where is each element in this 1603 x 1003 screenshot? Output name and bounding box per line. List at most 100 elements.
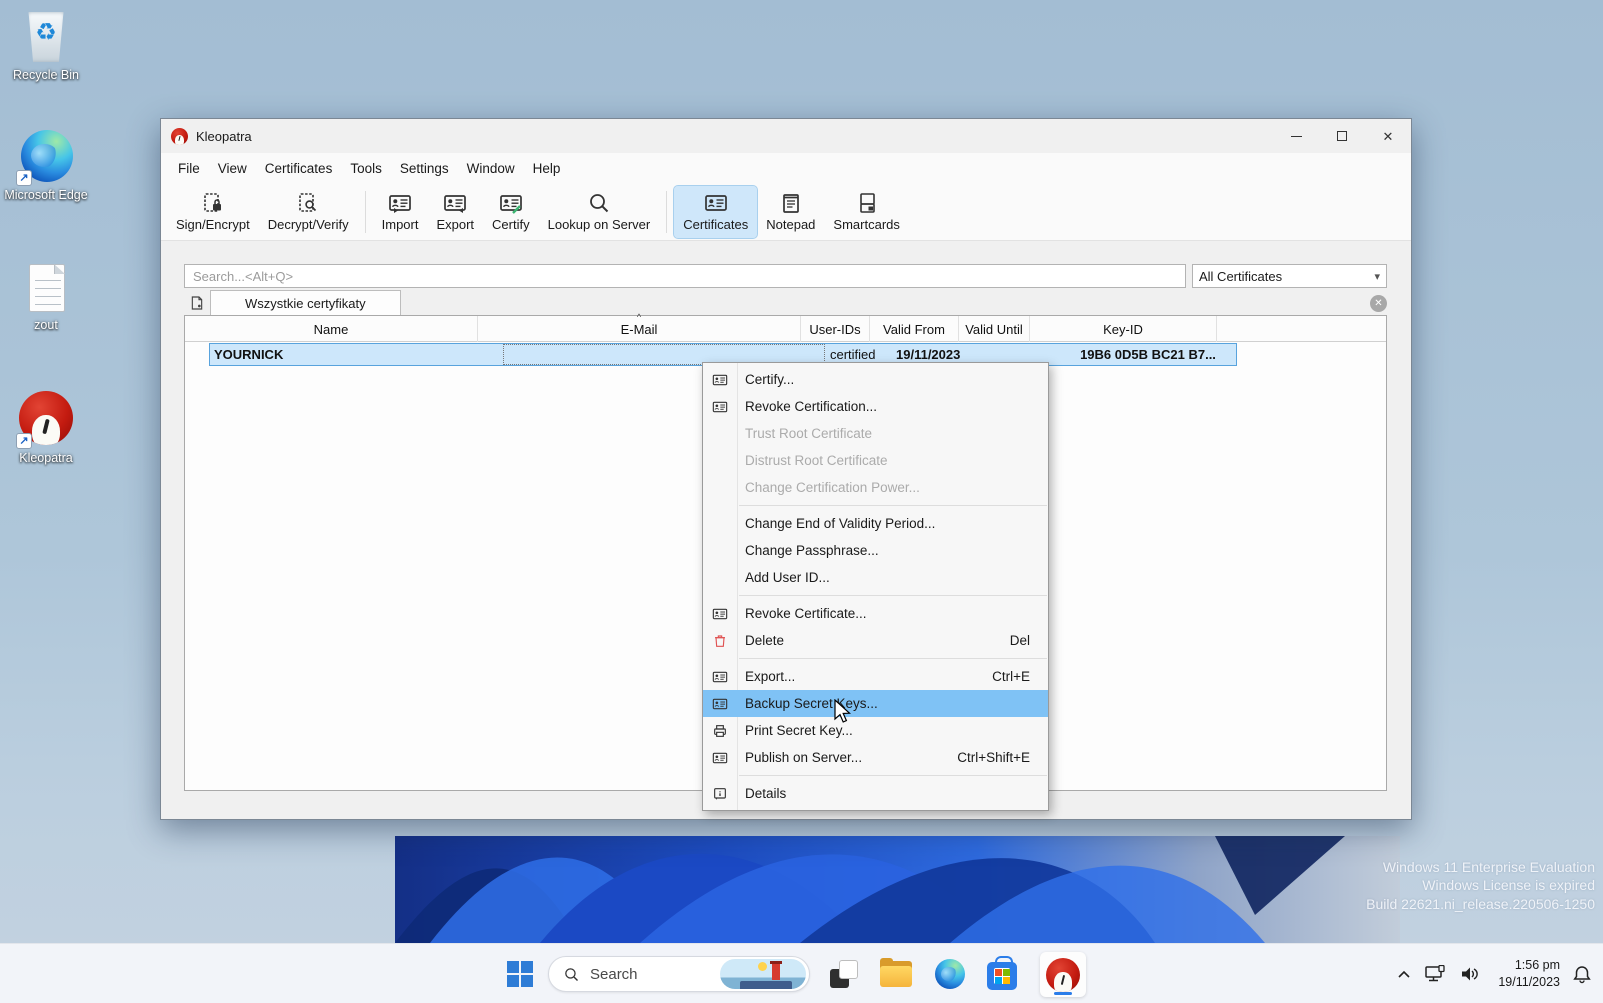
column-header-email[interactable]: ^ E-Mail [478,316,801,342]
column-header-valid-until[interactable]: Valid Until [959,316,1030,342]
desktop-icon-zout[interactable]: zout [3,262,89,334]
clock-time: 1:56 pm [1498,957,1560,974]
context-menu-distrust-root-certificate: Distrust Root Certificate [703,447,1048,474]
taskbar-search-box[interactable]: Search [548,956,810,992]
system-tray: 1:56 pm 19/11/2023 [1390,944,1603,1003]
certify-icon [709,372,731,388]
notification-bell-icon[interactable] [1566,965,1603,984]
context-menu-change-end-of-validity[interactable]: Change End of Validity Period... [703,510,1048,537]
active-app-indicator [1054,992,1072,995]
context-menu-delete[interactable]: Delete Del [703,627,1048,654]
context-menu-change-passphrase[interactable]: Change Passphrase... [703,537,1048,564]
maximize-button[interactable] [1319,119,1365,153]
cell-name[interactable]: YOURNICK [214,347,504,362]
context-menu-certify[interactable]: Certify... [703,366,1048,393]
context-menu-add-user-id[interactable]: Add User ID... [703,564,1048,591]
menu-tools[interactable]: Tools [341,157,391,180]
kleopatra-icon [1046,958,1080,992]
menu-window[interactable]: Window [458,157,524,180]
context-menu-revoke-certification[interactable]: Revoke Certification... [703,393,1048,420]
new-tab-icon [189,295,205,311]
context-menu-trust-root-certificate: Trust Root Certificate [703,420,1048,447]
tab-all-certificates[interactable]: Wszystkie certyfikaty [210,290,401,315]
toolbar-certify-button[interactable]: Certify [483,186,539,238]
details-info-icon [709,786,731,802]
revoke-certificate-icon [709,606,731,622]
context-menu-export[interactable]: Export... Ctrl+E [703,663,1048,690]
toolbar-separator [666,191,667,233]
menu-file[interactable]: File [169,157,209,180]
context-menu-backup-secret-keys[interactable]: Backup Secret Keys... [703,690,1048,717]
search-input[interactable] [184,264,1186,288]
app-icon [171,128,188,145]
tab-bar: Wszystkie certyfikaty ✕ [184,289,1387,315]
toolbar: Sign/Encrypt Decrypt/Verify Import Expor… [161,183,1411,241]
column-header-user-ids[interactable]: User-IDs [801,316,870,342]
smartcards-icon [855,191,879,215]
toolbar-sign-encrypt-button[interactable]: Sign/Encrypt [167,186,259,238]
certify-icon [499,191,523,215]
toolbar-notepad-button[interactable]: Notepad [757,186,824,238]
certificate-filter-dropdown[interactable]: All Certificates ▾ [1192,264,1387,288]
decrypt-verify-icon [296,191,320,215]
toolbar-smartcards-button[interactable]: Smartcards [824,186,908,238]
close-button[interactable]: ✕ [1365,119,1411,153]
shortcut-label: Del [1010,633,1030,648]
chevron-down-icon: ▾ [1374,270,1380,283]
taskbar-clock[interactable]: 1:56 pm 19/11/2023 [1498,957,1560,991]
cell-valid-from[interactable]: 19/11/2023 [896,347,982,362]
shortcut-label: Ctrl+E [992,669,1030,684]
search-highlight-image[interactable] [720,959,806,989]
kleopatra-icon: ↗ [18,391,74,447]
watermark-line: Windows License is expired [1366,876,1595,894]
mouse-cursor [833,699,855,727]
menu-settings[interactable]: Settings [391,157,458,180]
column-header-key-id[interactable]: Key-ID [1030,316,1217,342]
toolbar-separator [365,191,366,233]
kleopatra-taskbar-button[interactable] [1040,952,1086,997]
desktop-icon-label: Microsoft Edge [3,188,89,204]
toolbar-lookup-on-server-button[interactable]: Lookup on Server [539,186,660,238]
minimize-button[interactable] [1273,119,1319,153]
new-tab-button[interactable] [184,291,210,315]
menu-view[interactable]: View [209,157,256,180]
network-icon[interactable] [1418,965,1454,983]
edge-taskbar-button[interactable] [928,944,972,1003]
toolbar-certificates-button[interactable]: Certificates [674,186,757,238]
export-icon [443,191,467,215]
taskbar-search-label: Search [590,966,638,983]
shortcut-arrow-icon: ↗ [16,433,32,449]
menu-bar: File View Certificates Tools Settings Wi… [161,153,1411,183]
microsoft-store-button[interactable] [980,944,1024,1003]
menu-help[interactable]: Help [524,157,570,180]
shortcut-arrow-icon: ↗ [16,170,32,186]
context-menu-revoke-certificate[interactable]: Revoke Certificate... [703,600,1048,627]
toolbar-decrypt-verify-button[interactable]: Decrypt/Verify [259,186,358,238]
toolbar-export-button[interactable]: Export [427,186,483,238]
certificate-context-menu: Certify... Revoke Certification... Trust… [702,362,1049,811]
task-view-button[interactable] [822,944,866,1003]
volume-icon[interactable] [1454,966,1488,982]
context-menu-publish-on-server[interactable]: Publish on Server... Ctrl+Shift+E [703,744,1048,771]
title-bar[interactable]: Kleopatra ✕ [161,119,1411,153]
toolbar-import-button[interactable]: Import [373,186,428,238]
table-header-row: Name ^ E-Mail User-IDs Valid From Valid … [185,316,1386,342]
desktop-icon-kleopatra[interactable]: ↗ Kleopatra [3,390,89,467]
menu-certificates[interactable]: Certificates [256,157,342,180]
column-header-name[interactable]: Name [185,316,478,342]
close-tab-icon[interactable]: ✕ [1370,295,1387,312]
desktop-icon-label: Kleopatra [3,451,89,467]
desktop-icon-edge[interactable]: ↗ Microsoft Edge [3,128,89,204]
cell-key-id[interactable]: 19B6 0D5B BC21 B7... [1058,347,1238,362]
desktop-icon-label: zout [3,318,89,334]
column-header-valid-from[interactable]: Valid From [870,316,959,342]
context-menu-details[interactable]: Details [703,780,1048,807]
file-explorer-button[interactable] [874,944,918,1003]
context-menu-print-secret-key[interactable]: Print Secret Key... [703,717,1048,744]
start-button[interactable] [498,944,542,1003]
desktop-icon-recycle-bin[interactable]: ♻ Recycle Bin [3,8,89,84]
certificates-icon [704,191,728,215]
cell-user-ids[interactable]: certified [830,347,894,362]
window-title: Kleopatra [196,129,252,144]
tray-chevron-up-icon[interactable] [1390,970,1418,979]
